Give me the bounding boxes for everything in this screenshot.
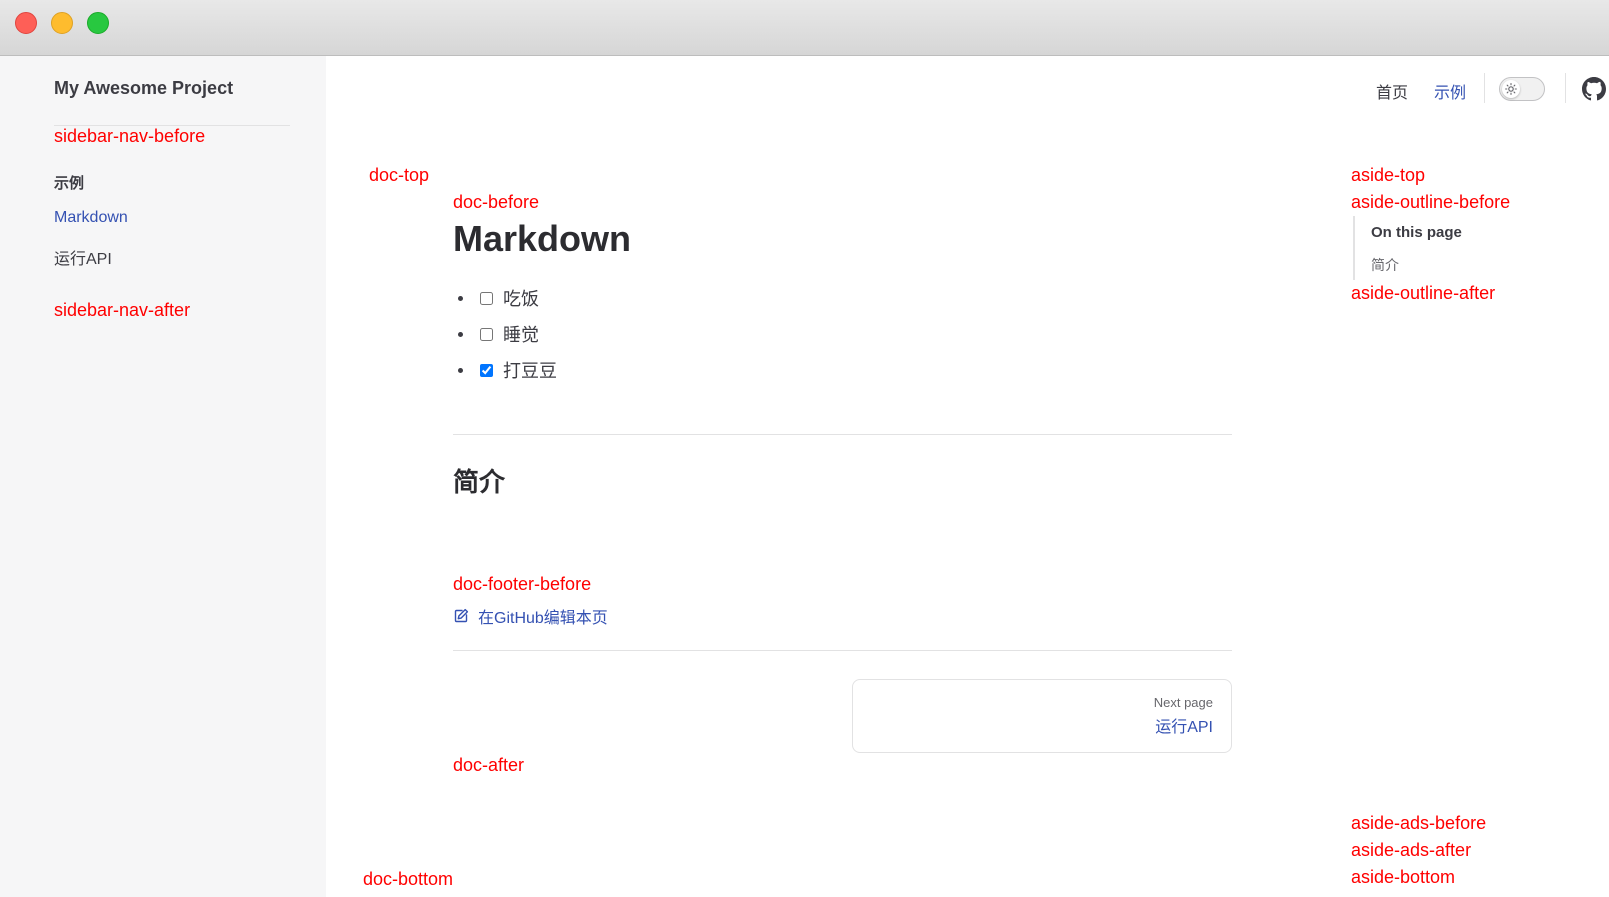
task-checkbox[interactable] <box>480 291 493 305</box>
slot-aside-outline-before: aside-outline-before <box>1351 192 1511 212</box>
task-item: 打豆豆 <box>458 352 557 388</box>
slot-aside-bottom: aside-bottom <box>1351 867 1456 887</box>
outline-item[interactable]: 简介 <box>1371 255 1399 275</box>
footer-divider <box>453 650 1232 651</box>
slot-doc-after: doc-after <box>453 755 525 775</box>
top-nav: 首页 示例 <box>1376 76 1492 106</box>
edit-link-label: 在GitHub编辑本页 <box>478 610 608 627</box>
minimize-window-button[interactable] <box>51 12 73 34</box>
slot-aside-top: aside-top <box>1351 165 1426 185</box>
section-divider <box>453 434 1232 435</box>
slot-aside-ads-after: aside-ads-after <box>1351 840 1472 860</box>
task-list: 吃饭 睡觉 打豆豆 <box>458 280 557 388</box>
slot-aside-outline-after: aside-outline-after <box>1351 283 1496 303</box>
next-page-link[interactable]: Next page 运行API <box>852 679 1232 753</box>
section-heading: 简介 <box>453 467 506 497</box>
task-item: 睡觉 <box>458 316 557 352</box>
github-icon[interactable] <box>1582 77 1606 101</box>
task-label: 吃饭 <box>503 289 539 309</box>
close-window-button[interactable] <box>15 12 37 34</box>
pager-title: 运行API <box>1155 719 1213 736</box>
site-title[interactable]: My Awesome Project <box>54 78 233 99</box>
page-title: Markdown <box>453 218 632 259</box>
slot-sidebar-nav-after: sidebar-nav-after <box>54 300 191 320</box>
slot-doc-top: doc-top <box>369 165 430 185</box>
nav-divider <box>1484 73 1485 103</box>
slot-aside-ads-before: aside-ads-before <box>1351 813 1487 833</box>
slot-doc-before: doc-before <box>453 192 540 212</box>
window-titlebar <box>0 0 1609 56</box>
nav-divider-2 <box>1565 73 1566 103</box>
sidebar-group-title: 示例 <box>54 175 85 192</box>
task-label: 睡觉 <box>503 325 539 345</box>
edit-on-github-link[interactable]: 在GitHub编辑本页 <box>453 604 608 628</box>
outline-title: On this page <box>1371 224 1462 241</box>
sidebar-item-run-api[interactable]: 运行API <box>54 245 112 269</box>
task-checkbox[interactable] <box>480 363 493 377</box>
task-item: 吃饭 <box>458 280 557 316</box>
sidebar: My Awesome Project sidebar-nav-before 示例… <box>0 56 326 897</box>
sidebar-item-markdown[interactable]: Markdown <box>54 209 128 227</box>
slot-sidebar-nav-before: sidebar-nav-before <box>54 126 206 146</box>
sun-icon <box>1502 80 1520 98</box>
edit-icon <box>454 608 469 623</box>
task-checkbox[interactable] <box>480 327 493 341</box>
maximize-window-button[interactable] <box>87 12 109 34</box>
nav-link-home[interactable]: 首页 <box>1376 79 1408 103</box>
slot-doc-footer-before: doc-footer-before <box>453 574 592 594</box>
theme-toggle[interactable] <box>1499 77 1545 101</box>
task-label: 打豆豆 <box>503 361 557 381</box>
outline-marker <box>1353 216 1355 280</box>
nav-link-examples[interactable]: 示例 <box>1434 79 1466 103</box>
pager-desc: Next page <box>1153 695 1213 710</box>
slot-doc-bottom: doc-bottom <box>363 869 454 889</box>
